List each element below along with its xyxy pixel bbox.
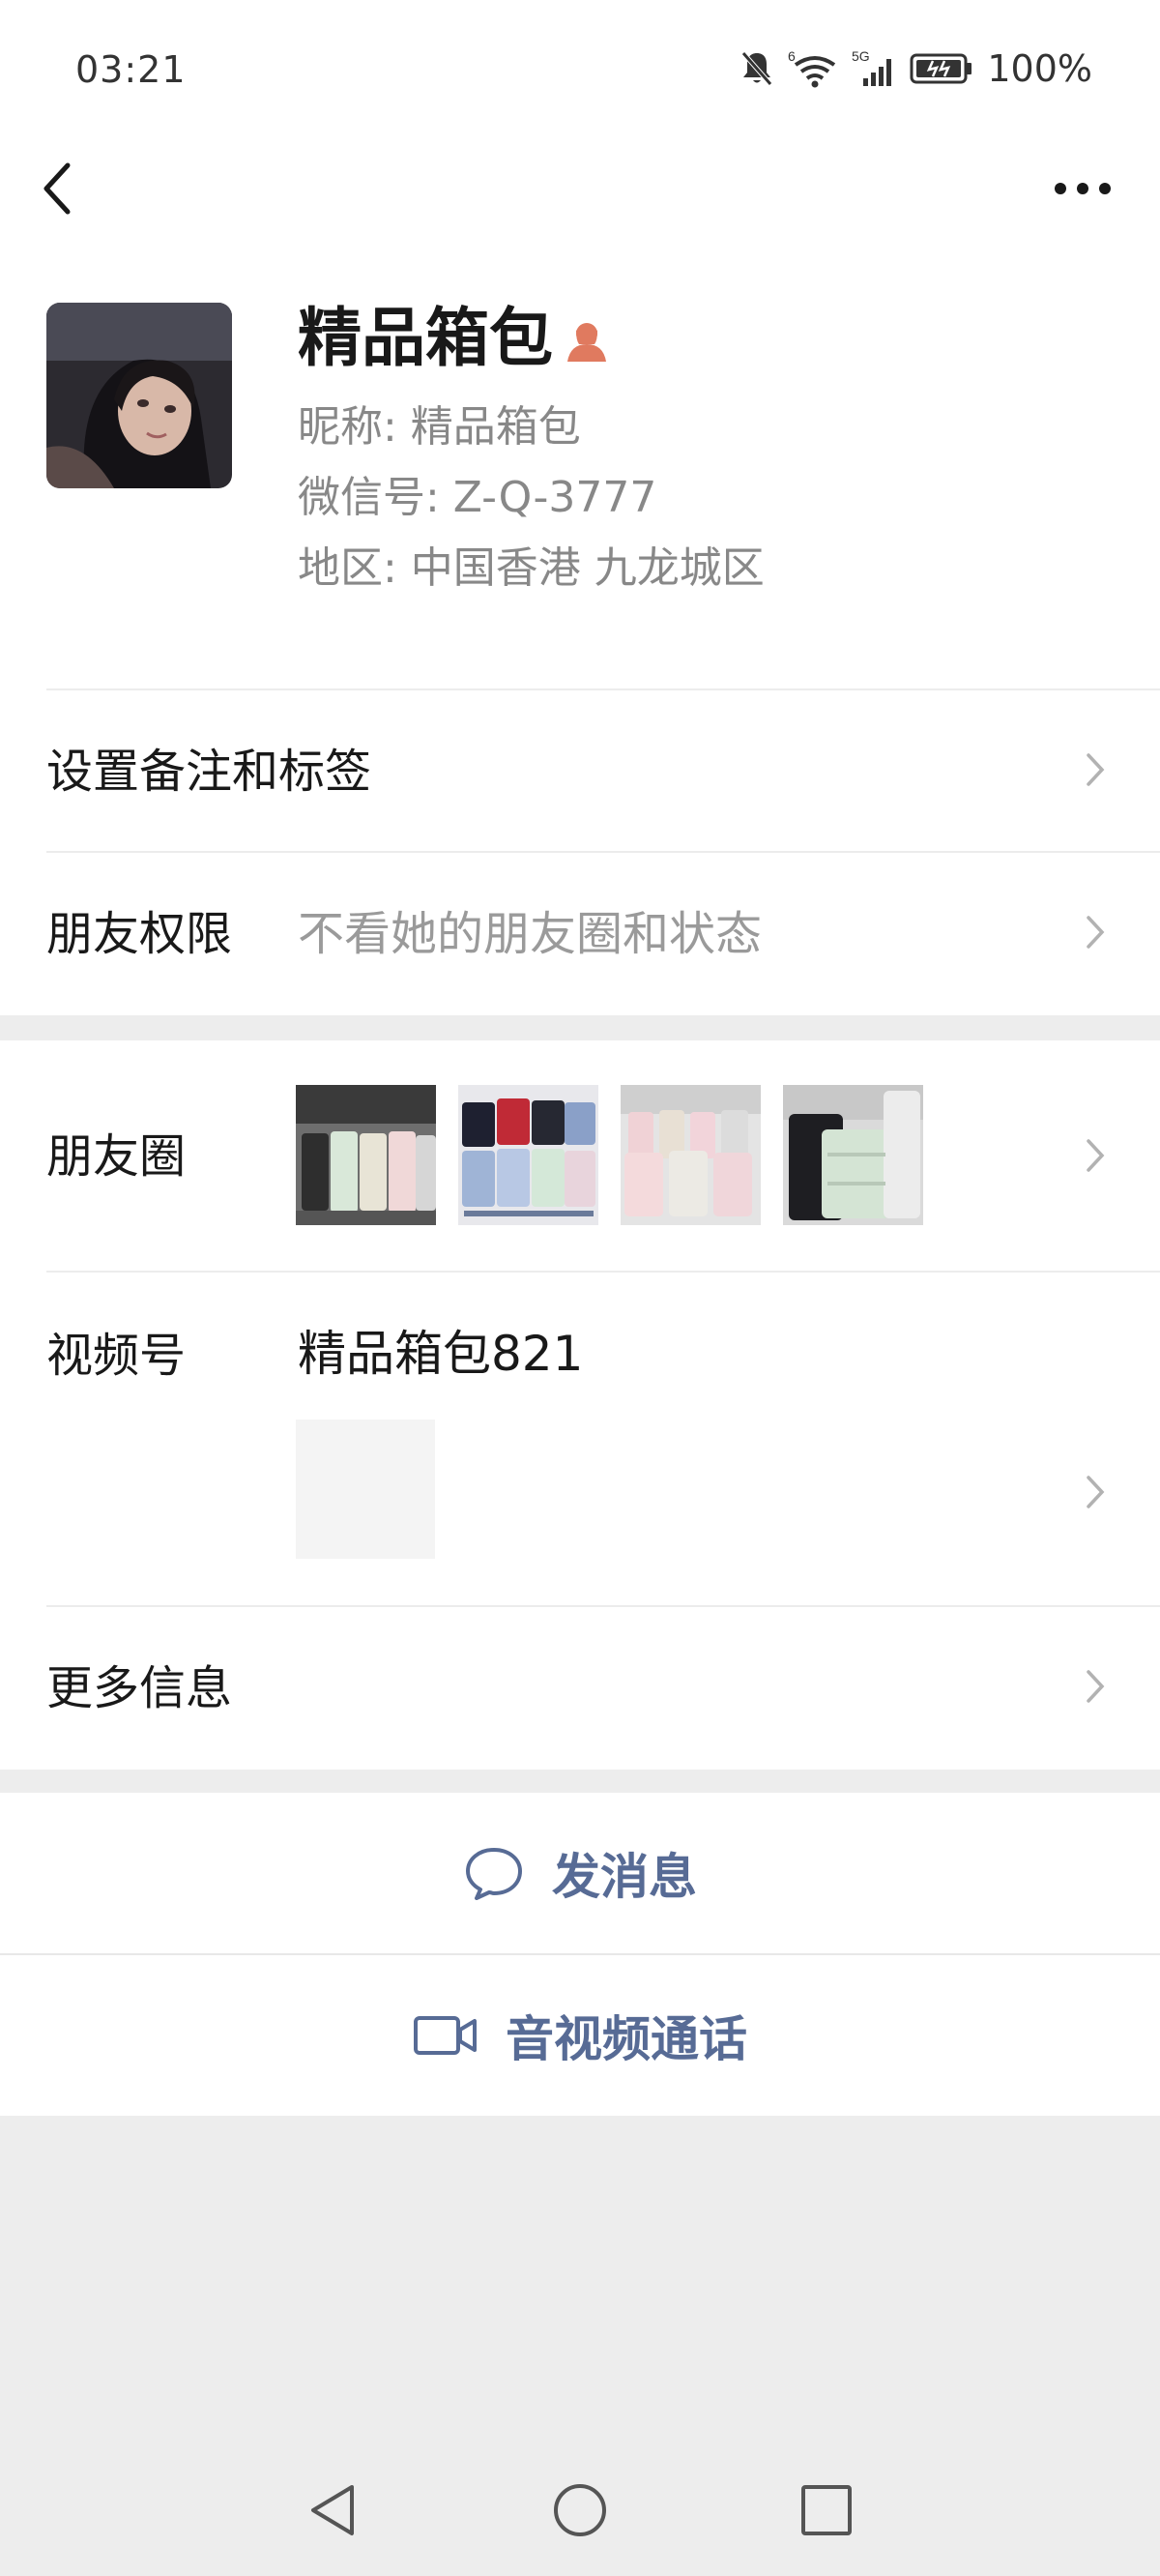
channels-name: 精品箱包821: [298, 1326, 584, 1382]
status-time: 03:21: [75, 48, 187, 91]
chevron-right-icon: [1087, 916, 1105, 949]
video-camera-icon: [414, 2016, 477, 2055]
moments-thumbnail[interactable]: [621, 1085, 761, 1225]
send-message-button[interactable]: 发消息: [0, 1793, 1160, 1953]
remark-tags-label: 设置备注和标签: [46, 745, 372, 799]
friend-permission-row[interactable]: 朋友权限 不看她的朋友圈和状态: [0, 853, 1160, 1013]
moments-thumbnail[interactable]: [458, 1085, 598, 1225]
profile-name: 精品箱包: [298, 301, 553, 375]
moments-thumbnail[interactable]: [783, 1085, 923, 1225]
video-call-label: 音视频通话: [506, 2011, 747, 2067]
cell-5g-label: 5G: [852, 49, 870, 64]
female-icon: [567, 323, 606, 362]
status-icons: 6 5G 100%: [740, 46, 1092, 91]
chevron-right-icon: [1087, 1476, 1105, 1508]
profile-nickname: 昵称: 精品箱包: [298, 402, 581, 452]
send-message-label: 发消息: [552, 1849, 697, 1905]
chevron-right-icon: [1087, 753, 1105, 786]
back-icon[interactable]: [29, 150, 87, 227]
battery-percent: 100%: [987, 47, 1092, 90]
channels-label: 视频号: [46, 1329, 187, 1383]
battery-icon: [910, 53, 972, 84]
moments-thumbnail[interactable]: [296, 1085, 436, 1225]
more-options-icon[interactable]: [1044, 164, 1121, 213]
profile-wechat-id: 微信号: Z-Q-3777: [298, 473, 657, 522]
more-info-row[interactable]: 更多信息: [0, 1607, 1160, 1770]
wifi-6-label: 6: [788, 49, 796, 64]
nav-back-triangle-icon[interactable]: [305, 2481, 362, 2539]
video-call-button[interactable]: 音视频通话: [0, 1955, 1160, 2116]
friend-permission-label: 朋友权限: [46, 907, 233, 961]
avatar[interactable]: [46, 303, 232, 488]
status-bar: 03:21 6 5G 100%: [0, 0, 1160, 145]
system-nav-bar: [0, 2437, 1160, 2576]
chevron-right-icon: [1087, 1670, 1105, 1703]
chevron-right-icon: [1087, 1139, 1105, 1172]
nav-home-circle-icon[interactable]: [551, 2481, 609, 2539]
nav-recents-square-icon[interactable]: [798, 2481, 855, 2539]
wifi-icon: 6: [788, 49, 836, 88]
chat-bubble-icon: [466, 1848, 522, 1900]
cell-signal-icon: 5G: [852, 49, 892, 86]
more-info-label: 更多信息: [46, 1661, 233, 1715]
moments-label: 朋友圈: [46, 1129, 187, 1184]
friend-permission-value: 不看她的朋友圈和状态: [298, 907, 763, 961]
channels-thumbnail[interactable]: [296, 1420, 435, 1559]
profile-region: 地区: 中国香港 九龙城区: [298, 543, 765, 593]
mute-icon: [741, 51, 773, 86]
remark-tags-row[interactable]: 设置备注和标签: [0, 690, 1160, 851]
